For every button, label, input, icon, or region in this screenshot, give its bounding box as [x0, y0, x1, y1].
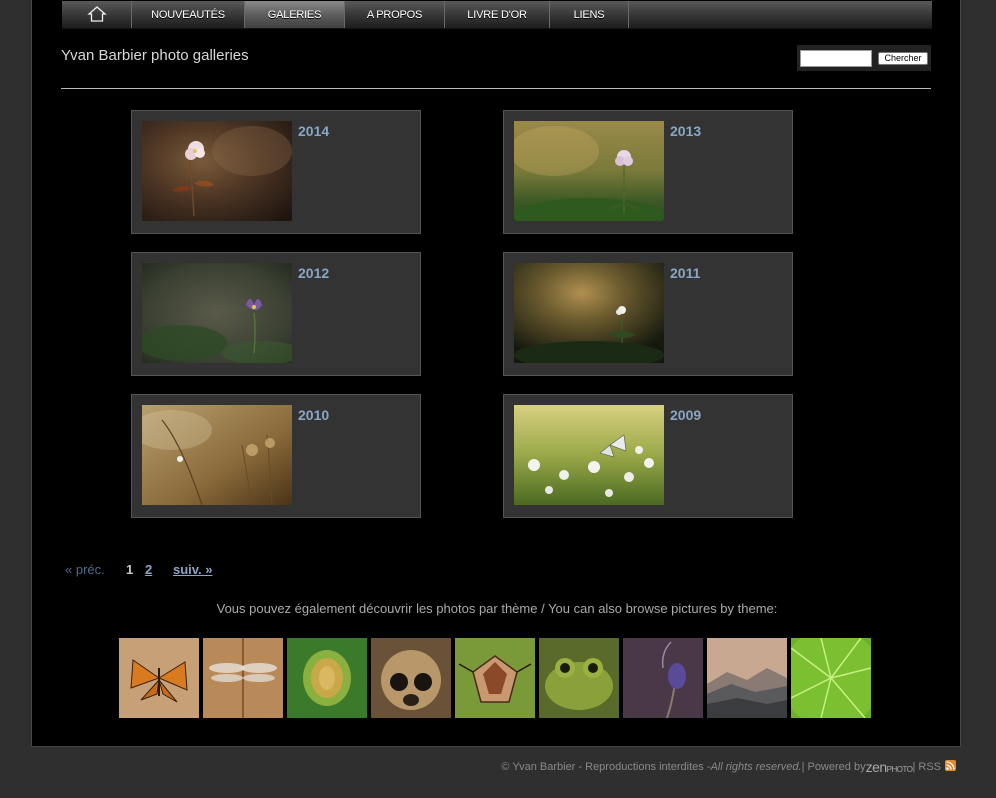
album-card-2010: 2010: [131, 394, 421, 518]
nav-home[interactable]: [62, 1, 132, 28]
zenphoto-logo-link[interactable]: zenPHOTO: [866, 759, 913, 775]
album-title-2014[interactable]: 2014: [298, 123, 329, 139]
nav-liens[interactable]: LIENS: [550, 1, 629, 28]
footer-powered: | Powered by: [801, 761, 866, 773]
theme-beetles[interactable]: [287, 638, 367, 718]
album-card-2012: 2012: [131, 252, 421, 376]
search-form: Chercher: [797, 45, 931, 71]
page-title: Yvan Barbier photo galleries: [61, 47, 249, 64]
main-nav: NOUVEAUTÉS GALERIES A PROPOS LIVRE D'OR …: [62, 1, 932, 29]
footer-copyright: © Yvan Barbier - Reproductions interdite…: [501, 761, 711, 773]
theme-bees[interactable]: [371, 638, 451, 718]
album-card-2014: 2014: [131, 110, 421, 234]
nav-livre-dor[interactable]: LIVRE D'OR: [445, 1, 550, 28]
pasqueflower-photo: [623, 638, 703, 718]
nav-galeries[interactable]: GALERIES: [245, 1, 345, 28]
header-divider: [61, 88, 931, 89]
bee-photo: [371, 638, 451, 718]
album-card-2011: 2011: [503, 252, 793, 376]
nav-nouveautes[interactable]: NOUVEAUTÉS: [132, 1, 245, 28]
album-title-2009[interactable]: 2009: [670, 407, 701, 423]
mountain-photo: [707, 638, 787, 718]
footer-rss-link[interactable]: | RSS: [912, 761, 941, 773]
frog-photo: [539, 638, 619, 718]
pagination-current-page: 1: [126, 562, 134, 577]
album-title-2010[interactable]: 2010: [298, 407, 329, 423]
album-title-2011[interactable]: 2011: [670, 265, 700, 281]
album-thumbnail[interactable]: [514, 263, 664, 363]
album-thumbnail[interactable]: [514, 121, 664, 221]
wood-anemone-photo: [514, 263, 664, 363]
nav-a-propos[interactable]: A PROPOS: [345, 1, 445, 28]
beetle-photo: [287, 638, 367, 718]
theme-flowers[interactable]: [623, 638, 703, 718]
zenphoto-zen: zen: [865, 759, 888, 775]
album-card-2013: 2013: [503, 110, 793, 234]
album-card-2009: 2009: [503, 394, 793, 518]
dragonfly-photo: [203, 638, 283, 718]
themes-intro: Vous pouvez également découvrir les phot…: [216, 601, 778, 616]
butterfly-photo: [119, 638, 199, 718]
page-container: NOUVEAUTÉS GALERIES A PROPOS LIVRE D'OR …: [31, 0, 961, 747]
pagination-next[interactable]: suiv. »: [173, 562, 213, 577]
album-thumbnail[interactable]: [142, 263, 292, 363]
pasqueflower-photo: [142, 263, 292, 363]
album-thumbnail[interactable]: [142, 121, 292, 221]
rss-icon[interactable]: [945, 759, 956, 771]
anemone-photo: [142, 121, 292, 221]
theme-landscapes[interactable]: [707, 638, 787, 718]
theme-bugs[interactable]: [455, 638, 535, 718]
theme-dragonflies[interactable]: [203, 638, 283, 718]
theme-butterflies[interactable]: [119, 638, 199, 718]
shield-bug-photo: [455, 638, 535, 718]
theme-thumbnails: [119, 638, 875, 718]
theme-plants[interactable]: [791, 638, 871, 718]
album-thumbnail[interactable]: [514, 405, 664, 505]
home-icon: [86, 5, 107, 22]
footer-rights: All rights reserved.: [710, 761, 802, 773]
footer: © Yvan Barbier - Reproductions interdite…: [501, 759, 956, 775]
dry-grass-photo: [142, 405, 292, 505]
pagination-prev: « préc.: [65, 562, 105, 577]
search-button[interactable]: Chercher: [878, 51, 928, 65]
pagination-page-2[interactable]: 2: [145, 562, 152, 577]
search-input[interactable]: [800, 49, 872, 67]
anemone-photo: [514, 121, 664, 221]
butterfly-daisies-photo: [514, 405, 664, 505]
zenphoto-photo: PHOTO: [886, 765, 913, 774]
album-title-2013[interactable]: 2013: [670, 123, 701, 139]
album-thumbnail[interactable]: [142, 405, 292, 505]
album-title-2012[interactable]: 2012: [298, 265, 329, 281]
theme-amphibians[interactable]: [539, 638, 619, 718]
leaf-photo: [791, 638, 871, 718]
